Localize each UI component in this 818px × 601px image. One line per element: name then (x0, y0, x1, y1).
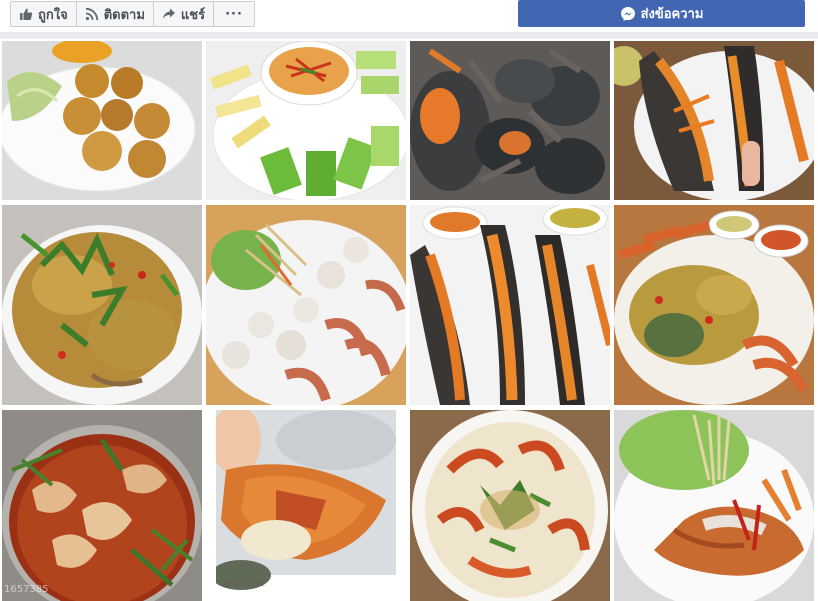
photo-tile[interactable] (410, 410, 610, 601)
like-label: ถูกใจ (38, 7, 68, 23)
page: ถูกใจ ติดตาม แชร์ ··· ส่งข้อความ @mun.ea… (0, 0, 818, 601)
photo-tile[interactable] (206, 205, 406, 405)
photo-credit: @mun.eat (222, 579, 264, 588)
photo-tile[interactable] (216, 410, 396, 601)
photo-tile[interactable] (614, 41, 814, 200)
send-message-button[interactable]: ส่งข้อความ (518, 0, 805, 27)
page-action-bar: ถูกใจ ติดตาม แชร์ ··· ส่งข้อความ (0, 0, 818, 32)
photo-grid (0, 39, 818, 601)
more-options-icon: ··· (225, 6, 243, 22)
photo-tile[interactable] (2, 205, 202, 405)
share-arrow-icon (162, 7, 176, 21)
photo-tile[interactable] (410, 41, 610, 200)
photo-tile[interactable] (206, 41, 406, 200)
photo-tile[interactable] (2, 410, 202, 601)
more-options-button[interactable]: ··· (213, 1, 255, 27)
follow-label: ติดตาม (103, 7, 145, 23)
follow-button[interactable]: ติดตาม (75, 1, 154, 27)
send-message-label: ส่งข้อความ (640, 7, 704, 22)
photo-tile[interactable] (614, 205, 814, 405)
messenger-icon (620, 6, 636, 22)
like-button[interactable]: ถูกใจ (10, 1, 77, 27)
page-action-buttons: ถูกใจ ติดตาม แชร์ ··· (10, 1, 255, 27)
photo-watermark: 1657385 (4, 584, 49, 595)
share-button[interactable]: แชร์ (152, 1, 215, 27)
share-label: แชร์ (180, 7, 206, 23)
photo-tile[interactable] (410, 205, 610, 405)
photo-tile[interactable] (614, 410, 814, 601)
photo-tile[interactable] (2, 41, 202, 200)
thumbs-up-icon (19, 7, 33, 21)
rss-icon (85, 7, 99, 21)
